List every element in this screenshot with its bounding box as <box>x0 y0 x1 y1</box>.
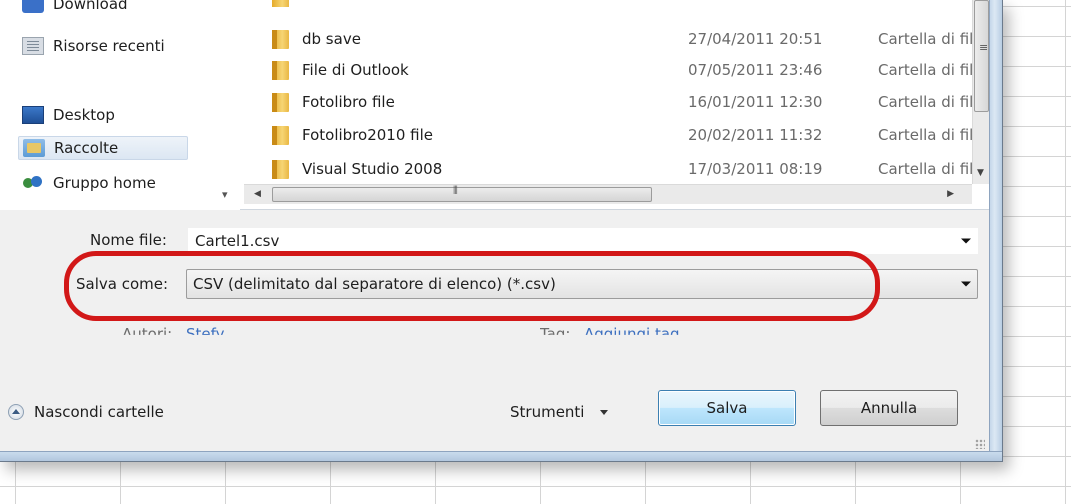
file-type: Cartella di file <box>878 126 973 144</box>
hide-folders-button[interactable]: Nascondi cartelle <box>8 400 164 424</box>
dialog-content: Download Risorse recenti Desktop Raccolt… <box>0 0 990 451</box>
file-type: Cartella di file <box>878 61 973 79</box>
folder-icon <box>272 0 289 7</box>
collapse-up-icon <box>8 404 24 420</box>
nav-item-libraries[interactable]: Raccolte <box>18 136 188 160</box>
nav-item-label: Risorse recenti <box>53 37 165 55</box>
file-name: Visual Studio 2008 <box>302 160 443 178</box>
dialog-frame-bottom <box>0 451 1002 461</box>
file-date: 17/03/2011 08:19 <box>688 160 823 178</box>
vertical-scroll-thumb[interactable]: ≡ <box>974 0 989 112</box>
scroll-left-arrow-icon[interactable]: ◀ <box>254 189 261 199</box>
savetype-value: CSV (delimitato dal separatore di elenco… <box>193 275 556 293</box>
nav-scroll-down-icon[interactable]: ▾ <box>222 188 228 201</box>
scroll-right-arrow-icon[interactable]: ▶ <box>947 189 954 199</box>
file-name: db save <box>302 30 361 48</box>
grip-icon: ⦀ <box>453 184 458 197</box>
cancel-button[interactable]: Annulla <box>820 390 958 426</box>
download-icon <box>22 0 44 13</box>
file-type: Cartella di file <box>878 160 973 178</box>
folder-icon <box>272 159 289 179</box>
save-button[interactable]: Salva <box>658 390 796 426</box>
chevron-down-icon[interactable] <box>961 281 971 287</box>
save-as-dialog: Download Risorse recenti Desktop Raccolt… <box>0 0 1003 462</box>
tools-menu-button[interactable]: Strumenti <box>510 400 609 424</box>
recent-places-icon <box>22 37 44 55</box>
nav-item-label: Gruppo home <box>53 174 156 192</box>
nav-item-download[interactable]: Download <box>22 0 128 16</box>
nav-item-desktop[interactable]: Desktop <box>22 103 115 127</box>
nav-item-label: Desktop <box>53 106 115 124</box>
folder-icon <box>272 29 289 49</box>
chevron-down-icon[interactable] <box>961 238 971 244</box>
savetype-select[interactable]: CSV (delimitato dal separatore di elenco… <box>186 269 978 299</box>
grip-icon: ≡ <box>979 41 989 54</box>
filename-field[interactable]: Cartel1.csv <box>188 228 978 254</box>
file-type: Cartella di file <box>878 30 973 48</box>
nav-item-homegroup[interactable]: Gruppo home <box>22 171 156 195</box>
authors-label: Autori: <box>122 325 173 343</box>
homegroup-icon <box>22 174 44 192</box>
nav-item-recent-places[interactable]: Risorse recenti <box>22 34 165 58</box>
desktop-icon <box>22 106 44 124</box>
filename-label: Nome file: <box>90 231 167 249</box>
folder-icon <box>272 92 289 112</box>
navigation-pane: Download Risorse recenti Desktop Raccolt… <box>0 0 240 210</box>
authors-value[interactable]: Stefy <box>186 325 225 335</box>
nav-item-label: Download <box>53 0 128 13</box>
savetype-label: Salva come: <box>76 275 169 293</box>
hide-folders-label: Nascondi cartelle <box>34 403 164 421</box>
file-row[interactable]: Visual Studio 2008 17/03/2011 08:19 Cart… <box>244 156 974 182</box>
chevron-down-icon <box>600 409 609 415</box>
file-row[interactable]: Fotolibro file 16/01/2011 12:30 Cartella… <box>244 89 974 115</box>
horizontal-scrollbar[interactable]: ◀ ⦀ ▶ <box>244 184 972 204</box>
save-button-label: Salva <box>706 399 748 417</box>
vertical-scrollbar[interactable]: ≡ ▼ <box>972 0 990 184</box>
file-row[interactable]: Fotolibro2010 file 20/02/2011 11:32 Cart… <box>244 122 974 148</box>
resize-grip-icon[interactable] <box>975 439 985 449</box>
tools-label: Strumenti <box>510 403 585 421</box>
file-name: Fotolibro2010 file <box>302 126 433 144</box>
tags-label: Tag: <box>540 325 571 343</box>
cancel-button-label: Annulla <box>860 399 918 417</box>
libraries-icon <box>23 139 45 157</box>
folder-icon <box>272 125 289 145</box>
filename-value: Cartel1.csv <box>195 232 280 250</box>
file-date: 07/05/2011 23:46 <box>688 61 823 79</box>
scroll-down-arrow-icon[interactable]: ▼ <box>977 168 984 178</box>
file-name: Fotolibro file <box>302 93 395 111</box>
dialog-frame-right <box>989 0 1002 461</box>
file-list: db save 27/04/2011 20:51 Cartella di fil… <box>244 0 990 210</box>
file-date: 16/01/2011 12:30 <box>688 93 823 111</box>
nav-item-label: Raccolte <box>54 139 119 157</box>
tags-value[interactable]: Aggiungi tag <box>584 325 680 335</box>
browser-pane: Download Risorse recenti Desktop Raccolt… <box>0 0 990 210</box>
file-name: File di Outlook <box>302 61 409 79</box>
file-date: 20/02/2011 11:32 <box>688 126 823 144</box>
horizontal-scroll-thumb[interactable]: ⦀ <box>272 184 652 202</box>
file-type: Cartella di file <box>878 93 973 111</box>
file-row[interactable]: File di Outlook 07/05/2011 23:46 Cartell… <box>244 57 974 83</box>
file-row[interactable]: db save 27/04/2011 20:51 Cartella di fil… <box>244 26 974 52</box>
folder-icon <box>272 60 289 80</box>
file-date: 27/04/2011 20:51 <box>688 30 823 48</box>
